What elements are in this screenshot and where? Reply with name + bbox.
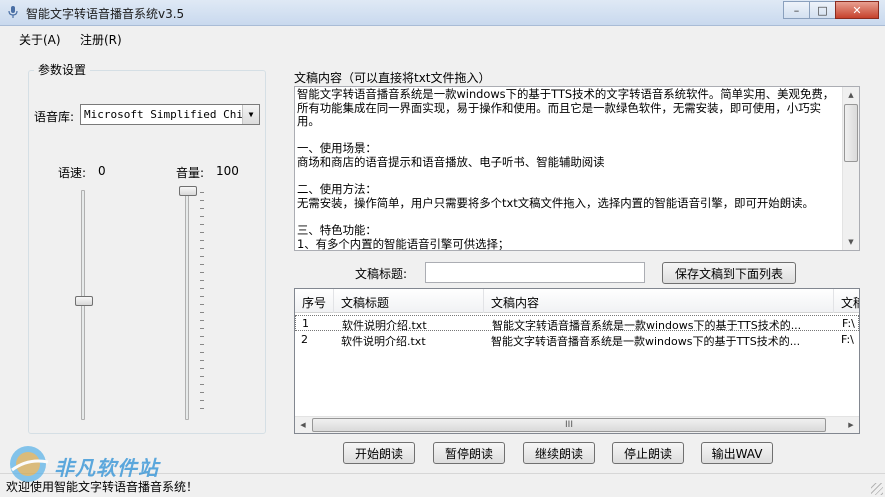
resume-reading-button[interactable]: 继续朗读 (523, 442, 595, 464)
row-index: 2 (301, 333, 308, 346)
slider-tick (200, 304, 204, 305)
slider-tick (200, 328, 204, 329)
row-path: F:\ (842, 317, 855, 330)
slider-tick (200, 360, 204, 361)
maximize-button[interactable]: □ (809, 1, 835, 19)
speed-slider-thumb[interactable] (75, 296, 93, 306)
volume-label: 音量: (176, 166, 205, 180)
content-textarea[interactable]: 智能文字转语音播音系统是一款windows下的基于TTS技术的文字转语音系统软件… (294, 86, 860, 251)
scroll-thumb[interactable] (844, 104, 858, 162)
pause-reading-button[interactable]: 暂停朗读 (433, 442, 505, 464)
content-vertical-scrollbar[interactable]: ▲ ▼ (842, 87, 859, 250)
column-content[interactable]: 文稿内容 (491, 294, 539, 311)
slider-tick (200, 208, 204, 209)
row-content: 智能文字转语音播音系统是一款windows下的基于TTS技术的... (492, 319, 802, 332)
column-index[interactable]: 序号 (302, 294, 326, 311)
watermark-globe-icon (10, 446, 49, 482)
slider-tick (200, 384, 204, 385)
slider-tick (200, 288, 204, 289)
slider-tick (200, 248, 204, 249)
doc-title-label: 文稿标题: (355, 267, 408, 281)
table-row[interactable]: 2 软件说明介绍.txt 智能文字转语音播音系统是一款windows下的基于TT… (295, 332, 859, 348)
menu-bar: 关于(A) 注册(R) (0, 27, 885, 51)
row-path: F:\ (841, 333, 854, 346)
slider-tick (200, 400, 204, 401)
scroll-left-icon[interactable]: ◀ (295, 417, 311, 433)
scroll-down-icon[interactable]: ▼ (843, 234, 859, 250)
slider-tick (200, 344, 204, 345)
minimize-icon: – (793, 3, 800, 17)
slider-tick (200, 320, 204, 321)
title-bar[interactable]: 智能文字转语音播音系统v3.5 – □ ✕ (0, 0, 885, 26)
volume-slider-thumb[interactable] (179, 186, 197, 196)
volume-value: 100 (216, 164, 239, 178)
slider-tick (200, 408, 204, 409)
editor-label: 文稿内容（可以直接将txt文件拖入） (294, 71, 491, 85)
params-group-title: 参数设置 (34, 61, 91, 78)
slider-tick (200, 280, 204, 281)
voice-library-select[interactable]: Microsoft Simplified Chine ▼ (80, 104, 260, 125)
maximize-icon: □ (817, 3, 828, 17)
slider-tick (200, 272, 204, 273)
slider-tick (200, 224, 204, 225)
table-row[interactable]: 1 软件说明介绍.txt 智能文字转语音播音系统是一款windows下的基于TT… (295, 315, 859, 332)
slider-tick (200, 352, 204, 353)
menu-register[interactable]: 注册(R) (80, 31, 122, 48)
export-wav-button[interactable]: 输出WAV (701, 442, 773, 464)
watermark-logo: 非凡软件站 (4, 440, 174, 492)
slider-tick (200, 264, 204, 265)
slider-tick (200, 312, 204, 313)
speed-label: 语速: (58, 166, 87, 180)
slider-tick (200, 192, 204, 193)
scroll-right-icon[interactable]: ▶ (843, 417, 859, 433)
volume-slider-ticks (200, 192, 204, 416)
watermark-text: 非凡软件站 (54, 456, 159, 480)
document-list[interactable]: 序号 文稿标题 文稿内容 文稿 1 软件说明介绍.txt 智能文字转语音播音系统… (294, 288, 860, 434)
slider-tick (200, 368, 204, 369)
slider-tick (200, 216, 204, 217)
row-content: 智能文字转语音播音系统是一款windows下的基于TTS技术的... (491, 335, 801, 348)
voice-library-value: Microsoft Simplified Chine (84, 108, 257, 121)
column-title[interactable]: 文稿标题 (341, 294, 389, 311)
menu-about[interactable]: 关于(A) (19, 31, 61, 48)
slider-tick (200, 392, 204, 393)
voice-library-label: 语音库: (34, 110, 75, 124)
chevron-down-icon[interactable]: ▼ (242, 105, 259, 124)
list-horizontal-scrollbar[interactable]: ◀ III ▶ (295, 416, 859, 433)
window-title: 智能文字转语音播音系统v3.5 (26, 7, 185, 21)
minimize-button[interactable]: – (783, 1, 809, 19)
volume-slider-track[interactable] (185, 190, 189, 420)
microphone-icon (8, 6, 18, 18)
start-reading-button[interactable]: 开始朗读 (343, 442, 415, 464)
slider-tick (200, 256, 204, 257)
slider-tick (200, 376, 204, 377)
doc-title-input[interactable] (425, 262, 645, 283)
slider-tick (200, 240, 204, 241)
row-title: 软件说明介绍.txt (341, 335, 426, 348)
resize-grip-icon[interactable] (871, 483, 883, 495)
slider-tick (200, 296, 204, 297)
column-path[interactable]: 文稿 (841, 294, 859, 311)
slider-tick (200, 336, 204, 337)
close-button[interactable]: ✕ (835, 1, 879, 19)
content-text: 智能文字转语音播音系统是一款windows下的基于TTS技术的文字转语音系统软件… (297, 87, 835, 251)
stop-reading-button[interactable]: 停止朗读 (612, 442, 684, 464)
row-title: 软件说明介绍.txt (342, 319, 427, 332)
save-to-list-button[interactable]: 保存文稿到下面列表 (662, 262, 796, 284)
scroll-up-icon[interactable]: ▲ (843, 87, 859, 103)
slider-tick (200, 232, 204, 233)
slider-tick (200, 200, 204, 201)
speed-value: 0 (98, 164, 106, 178)
list-header: 序号 文稿标题 文稿内容 文稿 (295, 289, 859, 313)
horizontal-scroll-thumb[interactable]: III (312, 418, 826, 432)
row-index: 1 (302, 317, 309, 330)
close-icon: ✕ (852, 3, 862, 17)
